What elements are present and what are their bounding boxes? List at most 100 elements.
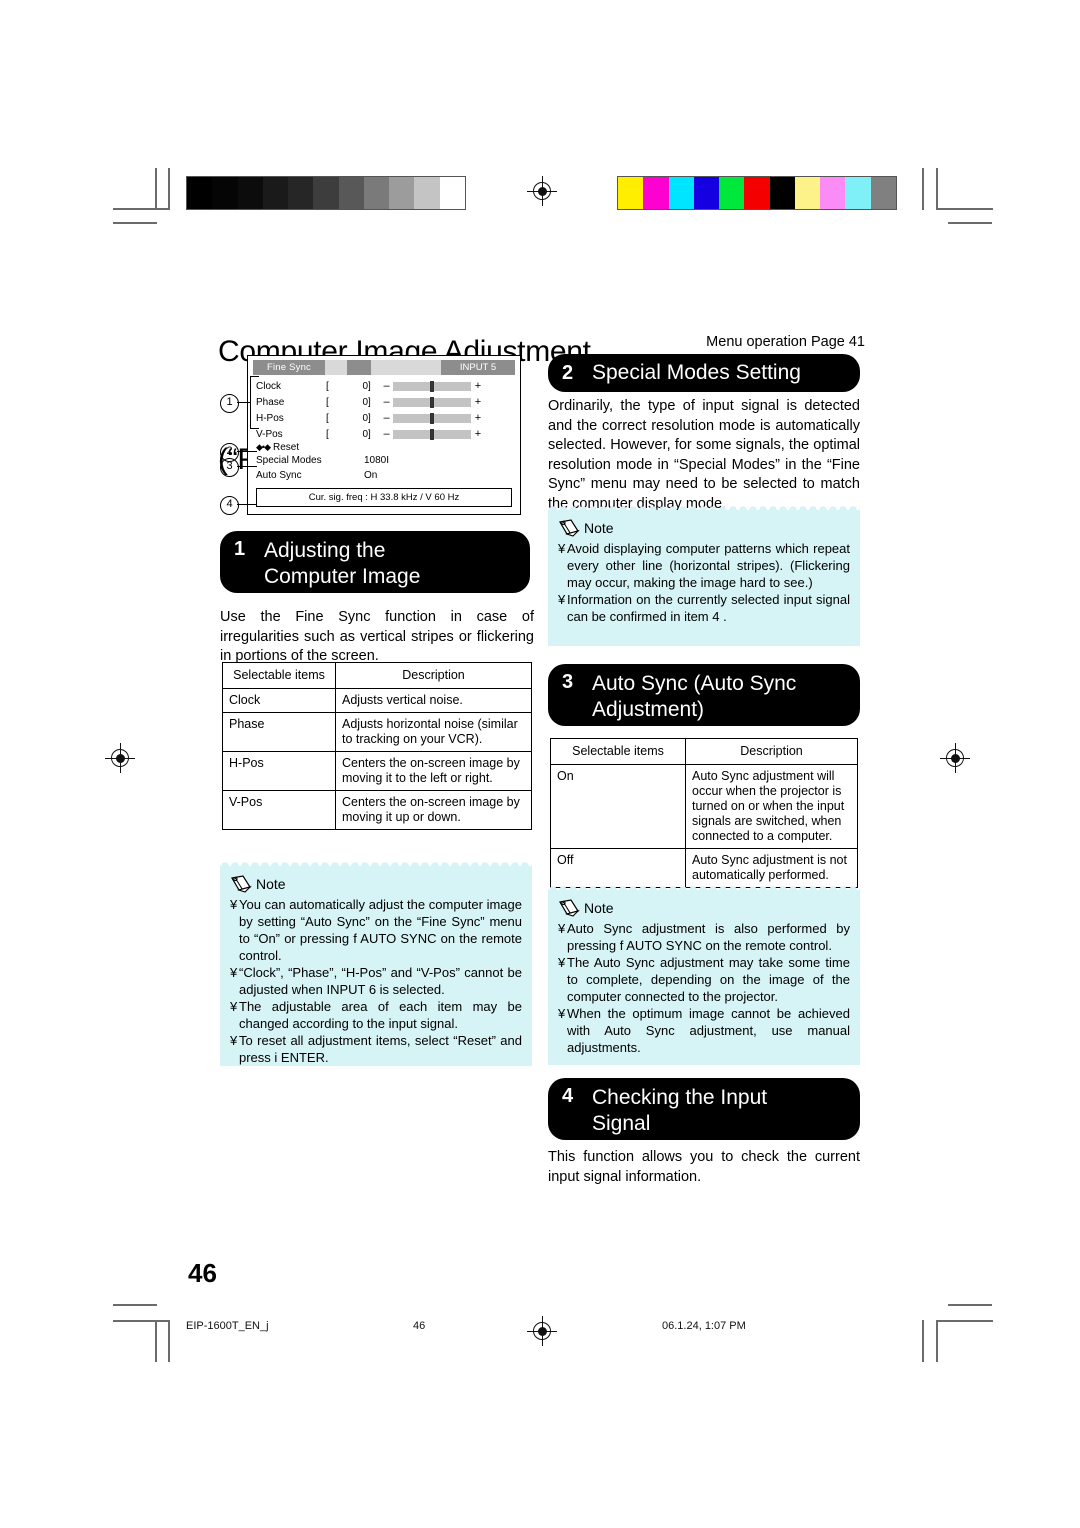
osd-slider-knob[interactable] bbox=[430, 412, 434, 424]
crop-mark-top-right-tick bbox=[948, 222, 992, 224]
section-header-special-modes-setting: 2 Special Modes Setting bbox=[548, 354, 860, 392]
callout-leader-4 bbox=[237, 504, 257, 506]
osd-row-clock[interactable]: Clock [ 0 ] – + bbox=[256, 378, 520, 394]
table-cell-description: Centers the on-screen image by moving it… bbox=[335, 790, 532, 830]
pencil-icon bbox=[559, 899, 580, 917]
callout-leader-2 bbox=[237, 451, 257, 453]
table-cell-description: Auto Sync adjustment is not automaticall… bbox=[685, 848, 858, 888]
osd-plus-icon[interactable]: + bbox=[471, 428, 485, 440]
note-text: The Auto Sync adjustment may take some t… bbox=[567, 955, 850, 1004]
osd-plus-icon[interactable]: + bbox=[471, 396, 485, 408]
osd-tab-fine-sync[interactable]: Fine Sync bbox=[253, 360, 325, 375]
osd-reset-row[interactable]: ◆•◆ Reset bbox=[256, 442, 520, 453]
note-text: Avoid displaying computer patterns which… bbox=[567, 541, 850, 590]
menu-operation-reference: Menu operation Page 41 bbox=[706, 334, 865, 350]
registration-target-left bbox=[105, 743, 135, 773]
osd-minus-icon[interactable]: – bbox=[380, 396, 393, 408]
note-bullet: ¥ bbox=[558, 921, 566, 936]
note-item: ¥ The adjustable area of each item may b… bbox=[230, 998, 522, 1032]
osd-special-modes-key: Special Modes bbox=[256, 455, 322, 466]
callout-leader-1-h bbox=[237, 402, 251, 404]
calibration-swatch bbox=[389, 177, 415, 209]
osd-plus-icon[interactable]: + bbox=[471, 412, 485, 424]
osd-slider[interactable] bbox=[393, 396, 471, 408]
note-bullet: ¥ bbox=[230, 999, 238, 1014]
osd-slider[interactable] bbox=[393, 412, 471, 424]
note-bullet: ¥ bbox=[230, 897, 238, 912]
calibration-swatch bbox=[870, 177, 896, 209]
section-title: Auto Sync (Auto Sync Adjustment) bbox=[592, 672, 797, 721]
osd-plus-icon[interactable]: + bbox=[471, 380, 485, 392]
crop-mark-top-left-v bbox=[155, 168, 157, 210]
osd-slider[interactable] bbox=[393, 428, 471, 440]
osd-row-auto-sync[interactable]: Auto Sync On bbox=[256, 468, 520, 483]
table-header-selectable-items: Selectable items bbox=[550, 738, 686, 765]
table-auto-sync-items: Selectable items Description On Auto Syn… bbox=[550, 738, 858, 888]
osd-auto-sync-value: On bbox=[364, 470, 378, 481]
calibration-swatch bbox=[618, 177, 644, 209]
osd-special-modes-value: 1080I bbox=[364, 455, 390, 466]
calibration-swatch bbox=[668, 177, 694, 209]
grayscale-calibration-strip bbox=[186, 176, 466, 210]
calibration-swatch bbox=[338, 177, 364, 209]
osd-bracket-left: [ bbox=[326, 380, 329, 392]
crop-mark-top-left-corner-v bbox=[168, 168, 170, 210]
table-row: H-Pos Centers the on-screen image by mov… bbox=[222, 751, 532, 791]
osd-row-phase[interactable]: Phase [ 0 ] – + bbox=[256, 394, 520, 410]
callout-leader-1-top bbox=[250, 376, 259, 378]
section-header-checking-input-signal: 4 Checking the Input Signal bbox=[548, 1078, 860, 1140]
osd-slider-knob[interactable] bbox=[430, 396, 434, 408]
osd-menu-screenshot: Fine Sync INPUT 5 Clock [ 0 ] – + Phase … bbox=[247, 355, 521, 515]
section-two-body: Ordinarily, the type of input signal is … bbox=[548, 398, 860, 512]
note-scallop-edge bbox=[548, 886, 860, 894]
calibration-swatch bbox=[262, 177, 289, 209]
note-bullet: ¥ bbox=[558, 541, 566, 556]
osd-bracket-right: ] bbox=[368, 412, 371, 424]
note-item: ¥ Avoid displaying computer patterns whi… bbox=[558, 540, 850, 591]
registration-target-top bbox=[527, 176, 557, 206]
note-text: You can automatically adjust the compute… bbox=[239, 897, 522, 963]
note-label: Note bbox=[584, 900, 614, 916]
section-number: 1 bbox=[234, 538, 246, 560]
crop-mark-bottom-right-corner-v bbox=[936, 1320, 938, 1362]
calibration-swatch bbox=[845, 177, 871, 209]
note-text: When the optimum image cannot be achieve… bbox=[567, 1006, 850, 1055]
note-item: ¥ Information on the currently selected … bbox=[558, 591, 850, 625]
osd-row-special-modes[interactable]: Special Modes 1080I bbox=[256, 453, 520, 468]
section-number: 4 bbox=[562, 1085, 574, 1107]
registration-target-right bbox=[940, 743, 970, 773]
calibration-swatch bbox=[794, 177, 821, 209]
note-items: ¥ You can automatically adjust the compu… bbox=[230, 896, 522, 1066]
callout-number-3: 3 bbox=[220, 458, 239, 477]
osd-row-vpos[interactable]: V-Pos [ 0 ] – + bbox=[256, 426, 520, 442]
pencil-icon bbox=[231, 875, 252, 893]
note-scallop-edge bbox=[548, 506, 860, 514]
note-header: Note bbox=[558, 519, 850, 537]
footer-timestamp: 06.1.24, 1:07 PM bbox=[662, 1320, 746, 1332]
table-header-row: Selectable items Description bbox=[550, 738, 858, 765]
table-header-row: Selectable items Description bbox=[222, 662, 532, 689]
note-item: ¥ Auto Sync adjustment is also performed… bbox=[558, 920, 850, 954]
osd-tab-gap bbox=[325, 360, 347, 375]
note-bullet: ¥ bbox=[558, 592, 566, 607]
note-bullet: ¥ bbox=[558, 955, 566, 970]
note-box-fine-sync: Note ¥ You can automatically adjust the … bbox=[220, 862, 532, 1066]
calibration-swatch bbox=[414, 177, 440, 209]
osd-slider[interactable] bbox=[393, 380, 471, 392]
calibration-swatch bbox=[769, 177, 795, 209]
osd-input-badge: INPUT 5 bbox=[441, 360, 515, 375]
osd-slider-knob[interactable] bbox=[430, 380, 434, 392]
osd-tab-inactive[interactable] bbox=[347, 360, 371, 375]
osd-minus-icon[interactable]: – bbox=[380, 428, 393, 440]
crop-mark-bottom-right-corner-h bbox=[936, 1320, 993, 1322]
osd-row-hpos[interactable]: H-Pos [ 0 ] – + bbox=[256, 410, 520, 426]
crop-mark-top-right-corner-v bbox=[936, 168, 938, 210]
osd-auto-sync-key: Auto Sync bbox=[256, 470, 302, 481]
note-text: The adjustable area of each item may be … bbox=[239, 999, 522, 1031]
osd-minus-icon[interactable]: – bbox=[380, 412, 393, 424]
calibration-swatch bbox=[820, 177, 846, 209]
osd-bracket-left: [ bbox=[326, 396, 329, 408]
osd-minus-icon[interactable]: – bbox=[380, 380, 393, 392]
osd-slider-knob[interactable] bbox=[430, 428, 434, 440]
note-text: To reset all adjustment items, select “R… bbox=[239, 1033, 522, 1065]
